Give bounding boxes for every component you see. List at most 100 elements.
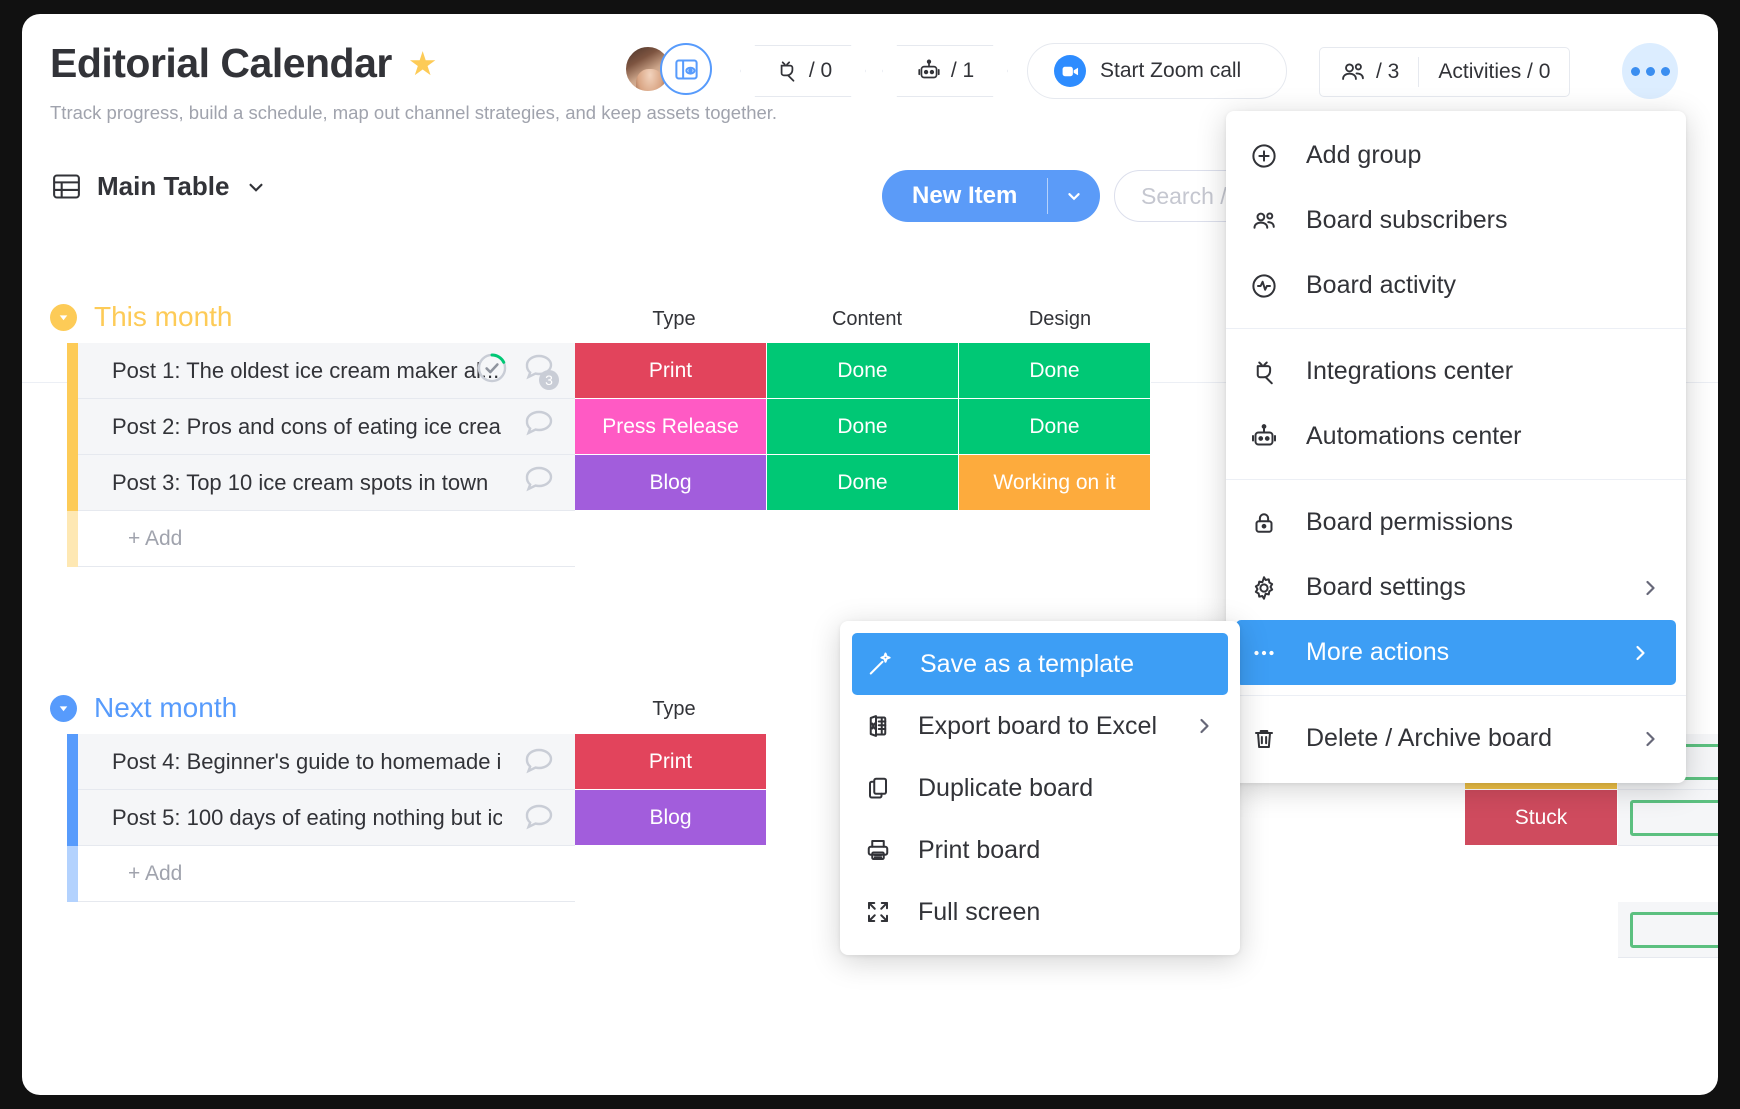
table-row[interactable]: Post 2: Pros and cons of eating ice crea…: [67, 399, 1151, 455]
cell-status[interactable]: Stuck: [1465, 790, 1618, 846]
menu-item-integrations-center[interactable]: Integrations center: [1226, 339, 1686, 404]
cell-progress[interactable]: 0%: [1618, 790, 1718, 846]
add-item-label[interactable]: + Add: [78, 511, 575, 567]
menu-item-board-settings[interactable]: Board settings: [1226, 555, 1686, 620]
people-icon: [1248, 206, 1280, 236]
row-title-cell[interactable]: Post 2: Pros and cons of eating ice crea…: [78, 399, 575, 455]
divider: [1226, 695, 1686, 696]
cell-content[interactable]: Done: [767, 343, 959, 399]
integrations-button[interactable]: / 0: [740, 45, 866, 97]
status-check-icon[interactable]: [475, 351, 509, 391]
cell-type[interactable]: Print: [575, 343, 767, 399]
menu-item-more-actions[interactable]: More actions: [1236, 620, 1676, 685]
start-zoom-call-button[interactable]: Start Zoom call: [1027, 43, 1287, 99]
comments-icon[interactable]: [521, 462, 557, 504]
comments-icon[interactable]: [521, 406, 557, 448]
automations-count: / 1: [950, 59, 975, 82]
page-title: Editorial Calendar: [50, 40, 392, 86]
menu-item-full-screen[interactable]: Full screen: [840, 881, 1240, 943]
row-title-cell[interactable]: Post 3: Top 10 ice cream spots in town: [78, 455, 575, 511]
plug-icon: [1248, 357, 1280, 387]
cell-design[interactable]: Done: [959, 399, 1151, 455]
comments-icon[interactable]: 3: [521, 350, 559, 392]
submenu-chevron: [1638, 727, 1662, 751]
group-name: Next month: [94, 692, 238, 723]
add-item-row[interactable]: + Add: [67, 511, 575, 567]
table-row[interactable]: Post 5: 100 days of eating nothing but i…: [67, 790, 767, 846]
menu-item-delete-archive-board[interactable]: Delete / Archive board: [1226, 706, 1686, 771]
cell-content[interactable]: Done: [767, 455, 959, 511]
people-count: / 3: [1376, 60, 1400, 83]
new-item-button[interactable]: New Item: [882, 170, 1047, 222]
cell-type[interactable]: Press Release: [575, 399, 767, 455]
tab-main-table[interactable]: Main Table: [50, 170, 269, 203]
more-actions-submenu: Save as a template Export board to Excel D…: [840, 621, 1240, 955]
table-row[interactable]: Post 3: Top 10 ice cream spots in town Bl…: [67, 455, 1151, 511]
automations-button[interactable]: / 1: [882, 45, 1008, 97]
new-item-button-group[interactable]: New Item: [882, 170, 1101, 222]
row-title-cell[interactable]: Post 4: Beginner's guide to homemade ice…: [78, 734, 575, 790]
add-item-row[interactable]: + Add: [67, 846, 575, 902]
column-header-content[interactable]: Content: [771, 308, 963, 331]
table-row[interactable]: Post 1: The oldest ice cream maker al...…: [67, 343, 1151, 399]
activities-button[interactable]: Activities / 0: [1419, 48, 1569, 96]
activity-icon: [1248, 271, 1280, 301]
chevron-down-icon: [249, 183, 263, 192]
menu-item-automations-center[interactable]: Automations center: [1226, 404, 1686, 469]
menu-item-print-board[interactable]: Print board: [840, 819, 1240, 881]
menu-item-label: Full screen: [918, 897, 1041, 926]
row-title: Post 2: Pros and cons of eating ice crea…: [112, 413, 502, 439]
spacer: [1465, 902, 1618, 958]
menu-item-board-subscribers[interactable]: Board subscribers: [1226, 188, 1686, 253]
chevron-right-icon: [1646, 580, 1655, 595]
table-row[interactable]: Post 4: Beginner's guide to homemade ice…: [67, 734, 767, 790]
menu-item-board-activity[interactable]: Board activity: [1226, 253, 1686, 318]
group-header-next-month[interactable]: Next month: [50, 692, 237, 724]
add-item-label[interactable]: + Add: [78, 846, 575, 902]
row-title-cell[interactable]: Post 5: 100 days of eating nothing but i…: [78, 790, 575, 846]
row-title: Post 4: Beginner's guide to homemade ice…: [112, 748, 502, 774]
row-title-cell[interactable]: Post 1: The oldest ice cream maker al...…: [78, 343, 575, 399]
menu-item-save-as-a-template[interactable]: Save as a template: [852, 633, 1228, 695]
menu-item-duplicate-board[interactable]: Duplicate board: [840, 757, 1240, 819]
collapse-icon[interactable]: [50, 694, 77, 722]
comments-icon[interactable]: [521, 800, 557, 836]
plus-circle-icon: [1248, 141, 1280, 171]
cell-type[interactable]: Blog: [575, 455, 767, 511]
cell-design[interactable]: Done: [959, 343, 1151, 399]
group-header-this-month[interactable]: This month: [50, 301, 233, 333]
row-color-bar: [67, 846, 78, 902]
ellipsis-icon: [1248, 638, 1280, 668]
row-color-bar: [67, 790, 78, 846]
cell-type[interactable]: Blog: [575, 790, 767, 846]
menu-item-add-group[interactable]: Add group: [1226, 123, 1686, 188]
cell-type[interactable]: Print: [575, 734, 767, 790]
start-zoom-call-label: Start Zoom call: [1100, 59, 1242, 82]
group-footer-progress: 0%: [1465, 902, 1718, 958]
column-header-type-2[interactable]: Type: [578, 698, 770, 721]
row-color-bar: [67, 343, 78, 399]
menu-item-export-board-to-excel[interactable]: Export board to Excel: [840, 695, 1240, 757]
board-people-button[interactable]: / 3: [1320, 48, 1418, 96]
dot: [1660, 66, 1670, 76]
integrations-count: / 0: [808, 59, 833, 82]
star-icon[interactable]: ★: [408, 47, 438, 80]
collapse-icon[interactable]: [50, 303, 77, 331]
column-header-design[interactable]: Design: [964, 308, 1156, 331]
column-header-type[interactable]: Type: [578, 308, 770, 331]
expand-icon: [862, 897, 894, 927]
cell-design[interactable]: Working on it: [959, 455, 1151, 511]
menu-item-label: Print board: [918, 835, 1041, 864]
board-options-button[interactable]: [1622, 43, 1678, 99]
cell-content[interactable]: Done: [767, 399, 959, 455]
new-item-dropdown-button[interactable]: [1048, 170, 1100, 222]
comments-icon[interactable]: [521, 744, 557, 780]
activities-label: Activities / 0: [1438, 60, 1551, 83]
progress-bar: [1630, 799, 1718, 836]
video-camera-icon: [1054, 55, 1086, 87]
chevron-right-icon: [1200, 718, 1209, 734]
row-color-bar: [67, 455, 78, 511]
menu-item-board-permissions[interactable]: Board permissions: [1226, 490, 1686, 555]
board-view-icon[interactable]: [660, 43, 712, 95]
row-color-bar: [67, 511, 78, 567]
